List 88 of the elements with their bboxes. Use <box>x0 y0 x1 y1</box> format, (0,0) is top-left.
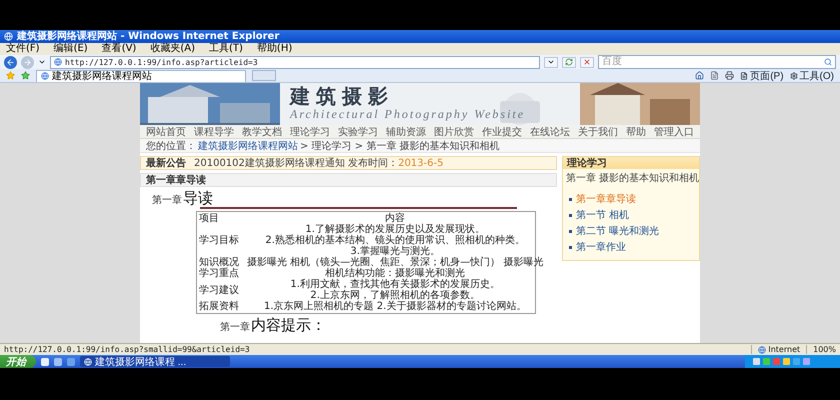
menu-item[interactable]: 编辑(E) <box>54 43 88 55</box>
dropdown-icon[interactable] <box>38 58 46 66</box>
chapter-heading: 导读 <box>183 190 213 207</box>
nav-link[interactable]: 课程导学 <box>194 124 234 138</box>
breadcrumb-label: 您的位置： <box>146 140 196 152</box>
table-cell: 2.熟悉相机的基本结构、镜头的使用常识、照相机的种类。 <box>265 235 525 246</box>
table-cell: 1.利用文献，查找其他有关摄影术的发展历史。 <box>290 279 500 290</box>
globe-icon <box>758 346 766 354</box>
sidebar-subtitle: 第一章 摄影的基本知识和相机 <box>566 173 700 185</box>
nav-link[interactable]: 图片欣赏 <box>434 124 474 138</box>
chapter-label: 第一章 <box>220 320 250 334</box>
zone-indicator: Internet <box>751 345 800 354</box>
page-menu-button[interactable]: 页面(P) <box>740 68 784 82</box>
table-cell: 摄影曝光 相机（镜头—光圈、焦距、景深；机身—快门） 摄影曝光 <box>247 257 544 268</box>
close-icon <box>583 58 591 66</box>
nav-link[interactable]: 作业提交 <box>482 124 522 138</box>
table-cell: 相机结构功能：摄影曝光和测光 <box>325 268 466 279</box>
nav-link[interactable]: 实验学习 <box>338 124 378 138</box>
sidebar-link[interactable]: 第一节 相机 <box>569 208 693 222</box>
chapter-label: 第一章 <box>152 194 182 207</box>
nav-link[interactable]: 关于我们 <box>578 124 618 138</box>
menu-item[interactable]: 收藏夹(A) <box>150 43 195 55</box>
refresh-button[interactable] <box>562 56 576 68</box>
table-cell: 1.了解摄影术的发展历史以及发展现状。 <box>305 224 485 235</box>
table-cell-text: 知识概况 <box>199 257 240 268</box>
back-arrow-icon <box>6 58 15 66</box>
search-icon[interactable] <box>824 58 832 66</box>
sidebar-link[interactable]: 第一章作业 <box>569 240 693 254</box>
notice-label: 最新公告 <box>146 156 186 170</box>
menu-item[interactable]: 文件(F) <box>6 43 40 55</box>
new-tab-button[interactable] <box>252 70 276 81</box>
table-cell-text: 学习建议 <box>199 284 240 296</box>
print-icon[interactable] <box>725 71 734 80</box>
nav-link[interactable]: 帮助 <box>626 124 646 138</box>
nav-link[interactable]: 在线论坛 <box>530 124 570 138</box>
settings-icon <box>790 72 798 80</box>
table-cell: 2.上京东网，了解照相机的各项参数。 <box>310 290 480 301</box>
menu-item[interactable]: 帮助(H) <box>256 43 292 55</box>
column-header: 内容 <box>384 213 406 224</box>
address-field[interactable]: http://127.0.0.1:99/info.asp?articleid=3 <box>50 56 540 68</box>
breadcrumb-path: > 理论学习 > 第一章 摄影的基本知识和相机 <box>300 140 500 152</box>
nav-link[interactable]: 理论学习 <box>290 124 330 138</box>
browser-icon <box>4 32 13 41</box>
banner-subtitle: Architectural Photography Website <box>290 108 526 121</box>
home-icon[interactable] <box>695 71 704 80</box>
back-button[interactable] <box>4 56 17 68</box>
star-icon[interactable] <box>21 71 30 80</box>
sidebar-link[interactable]: 第二节 曝光和测光 <box>569 224 693 238</box>
breadcrumb-link[interactable]: 建筑摄影网络课程网站 <box>198 138 298 152</box>
column-header: 项目 <box>199 213 220 224</box>
nav-link[interactable]: 教学文档 <box>242 124 282 138</box>
forward-button[interactable] <box>21 56 34 68</box>
nav-link[interactable]: 辅助资源 <box>386 124 426 138</box>
panel-title: 第一章章导读 <box>140 173 557 187</box>
notice-text[interactable]: 20100102建筑摄影网络课程通知 发布时间：2013-6-5 <box>194 156 444 170</box>
caret-icon <box>547 58 555 66</box>
table-cell: 1.京东网上照相机的专题 2.关于摄影器材的专题讨论网站。 <box>264 301 526 312</box>
menu-item[interactable]: 工具(T) <box>209 43 243 55</box>
bullet-icon <box>569 230 572 232</box>
tools-menu-button[interactable]: 工具(O) <box>790 68 834 82</box>
bullet-icon <box>569 246 572 248</box>
taskbar-button[interactable]: 建筑摄影网络课程 ... <box>80 356 230 367</box>
close-button[interactable] <box>580 56 594 68</box>
nav-link[interactable]: 网站首页 <box>146 124 186 138</box>
globe-icon <box>84 358 92 366</box>
sidebar-title: 理论学习 <box>563 157 699 169</box>
status-url: http://127.0.0.1:99/info.asp?smallid=99&articleid=3 <box>4 345 250 354</box>
section-heading: 内容提示： <box>251 317 326 334</box>
forward-arrow-icon <box>23 58 32 66</box>
start-button[interactable]: 开始 <box>0 355 36 368</box>
page-icon <box>740 72 748 80</box>
table-cell-text: 学习目标 <box>199 235 240 246</box>
star-icon[interactable] <box>6 71 15 80</box>
globe-icon <box>41 72 49 80</box>
bullet-icon <box>569 198 572 200</box>
nav-link[interactable]: 管理入口 <box>654 124 694 138</box>
refresh-icon <box>565 58 573 66</box>
banner-title: 建筑摄影 <box>290 85 395 107</box>
dropdown-button[interactable] <box>544 56 558 68</box>
table-cell-text: 学习重点 <box>199 268 240 279</box>
bullet-icon <box>569 214 572 216</box>
menu-item[interactable]: 查看(V) <box>102 43 136 55</box>
window-title: 建筑摄影网络课程网站 - Windows Internet Explorer <box>17 30 280 42</box>
browser-tab[interactable]: 建筑摄影网络课程网站 <box>36 70 246 82</box>
table-cell: 3.掌握曝光与测光。 <box>350 246 440 257</box>
zoom-control[interactable]: 100% <box>806 345 836 354</box>
globe-icon <box>54 58 62 66</box>
table-cell-text: 拓展资料 <box>199 301 240 312</box>
